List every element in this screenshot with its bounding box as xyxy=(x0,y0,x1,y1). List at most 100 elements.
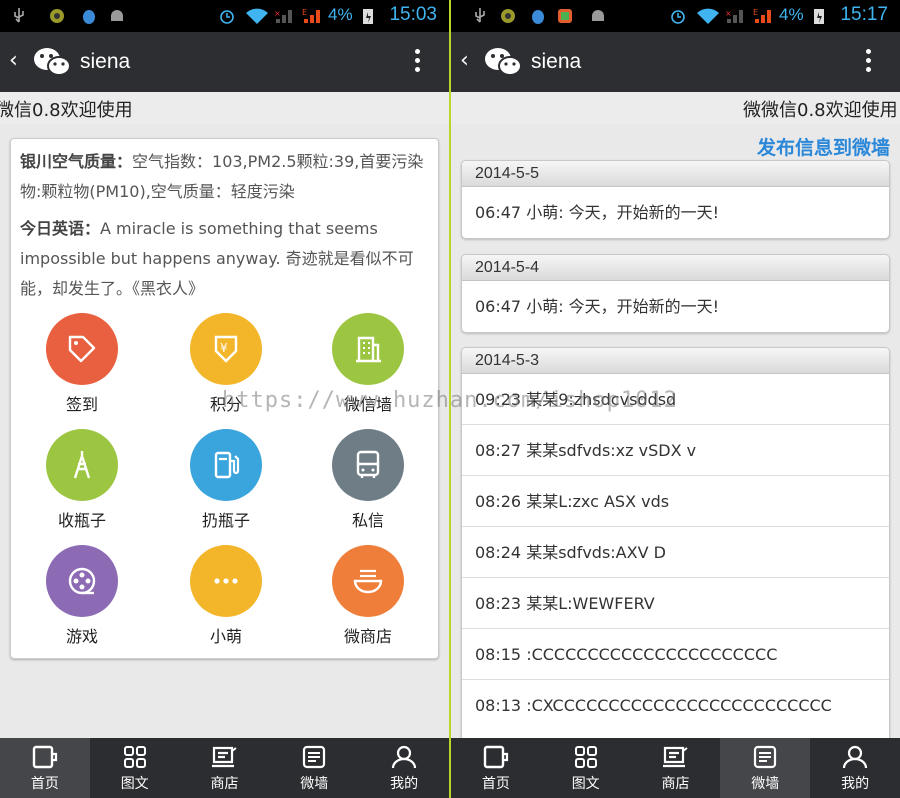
svg-text:×: × xyxy=(274,9,281,18)
wall-post[interactable]: 08:27 某某sdfvds:xz vSDX v xyxy=(462,425,889,476)
welcome-marquee: 微信0.8欢迎使用 xyxy=(0,92,449,124)
grid-item-checkin[interactable]: 签到 xyxy=(32,313,132,415)
status-bar: × E 4% 15:17 xyxy=(451,0,900,32)
post-to-wall-link[interactable]: 发布信息到微墙 xyxy=(757,133,890,160)
bottom-tab-bar: 首页 图文 商店 微墙 我的 xyxy=(0,738,449,798)
bus-icon xyxy=(332,429,404,501)
wall-screen: × E 4% 15:17 ‹ siena 微微信0.8欢迎使用 发布信息到微墙 … xyxy=(451,0,900,798)
tab-articles[interactable]: 图文 xyxy=(90,738,180,798)
tab-label: 我的 xyxy=(841,776,870,792)
action-bar: ‹ siena xyxy=(0,32,449,92)
signal-icon-1: × xyxy=(725,9,743,23)
wall-post[interactable]: 06:47 小萌: 今天，开始新的一天! xyxy=(462,187,889,238)
tab-home[interactable]: 首页 xyxy=(451,738,541,798)
tab-articles[interactable]: 图文 xyxy=(541,738,631,798)
welcome-marquee: 微微信0.8欢迎使用 xyxy=(451,92,900,124)
battery-icon xyxy=(814,9,824,24)
grid-item-points[interactable]: ¥ 积分 xyxy=(176,313,276,415)
tab-label: 首页 xyxy=(30,776,59,792)
grid-label: 收瓶子 xyxy=(57,511,106,530)
svg-text:¥: ¥ xyxy=(220,341,228,355)
tower-icon xyxy=(46,429,118,501)
tab-mine[interactable]: 我的 xyxy=(810,738,900,798)
points-icon: ¥ xyxy=(190,313,262,385)
air-quality-text: 银川空气质量：空气指数：103,PM2.5颗粒:39,首要污染物:颗粒物(PM1… xyxy=(20,147,430,207)
tab-label: 图文 xyxy=(571,776,600,792)
more-menu-icon[interactable] xyxy=(866,49,872,76)
tab-label: 首页 xyxy=(481,776,510,792)
tab-label: 我的 xyxy=(390,776,419,792)
tab-label: 微墙 xyxy=(751,776,780,792)
usb-icon xyxy=(14,8,24,23)
date-group: 2014-5-3 09:23 某某9:zhsdcvsddsd 08:27 某某s… xyxy=(461,347,890,747)
tab-wall[interactable]: 微墙 xyxy=(720,738,811,798)
bowl-icon xyxy=(332,545,404,617)
grid-label: 微信墙 xyxy=(343,395,392,414)
qq-notify-icon xyxy=(83,10,95,24)
account-title: siena xyxy=(531,50,582,73)
grid-label: 签到 xyxy=(65,395,98,414)
battery-icon xyxy=(363,9,373,24)
tab-mine[interactable]: 我的 xyxy=(359,738,449,798)
tab-label: 商店 xyxy=(210,776,239,792)
grid-item-xiaomeng[interactable]: 小萌 xyxy=(176,545,276,647)
grid-item-micro-store[interactable]: 微商店 xyxy=(318,545,418,647)
wall-post[interactable]: 08:23 某某L:WEWFERV xyxy=(462,578,889,629)
marquee-text: 微信0.8欢迎使用 xyxy=(0,100,133,121)
home-icon xyxy=(483,745,508,769)
wall-post[interactable]: 08:13 :CXCCCCCCCCCCCCCCCCCCCCCCCCC xyxy=(462,680,889,731)
wall-post[interactable]: 08:24 某某sdfvds:AXV D xyxy=(462,527,889,578)
wall-post[interactable]: 06:47 小萌: 今天，开始新的一天! xyxy=(462,281,889,332)
alarm-icon xyxy=(671,10,685,24)
account-title: siena xyxy=(80,50,131,73)
grid-item-private-message[interactable]: 私信 xyxy=(318,429,418,531)
wall-post[interactable]: 08:15 :CCCCCCCCCCCCCCCCCCCCCC xyxy=(462,629,889,680)
wifi-icon xyxy=(697,8,719,24)
home-screen: × E 4% 15:03 ‹ siena 微信0.8欢迎使用 银川空气质量：空气… xyxy=(0,0,449,798)
grid-item-game[interactable]: 游戏 xyxy=(32,545,132,647)
tab-home[interactable]: 首页 xyxy=(0,738,90,798)
battery-percent: 4% xyxy=(779,5,804,24)
date-group: 2014-5-5 06:47 小萌: 今天，开始新的一天! xyxy=(461,160,890,239)
app-notify-icon xyxy=(50,9,64,23)
tab-store[interactable]: 商店 xyxy=(180,738,270,798)
gallery-notify-icon xyxy=(558,9,572,23)
app-notify-icon xyxy=(501,9,515,23)
battery-percent: 4% xyxy=(328,5,353,24)
back-icon[interactable]: ‹ xyxy=(9,48,18,73)
date-header: 2014-5-4 xyxy=(462,255,889,281)
wall-post[interactable]: 09:23 某某9:zhsdcvsddsd xyxy=(462,374,889,425)
grid-item-collect-bottle[interactable]: 收瓶子 xyxy=(32,429,132,531)
tab-wall[interactable]: 微墙 xyxy=(269,738,359,798)
grid-label: 游戏 xyxy=(65,627,98,646)
alarm-icon xyxy=(220,10,234,24)
wechat-logo-icon xyxy=(485,48,522,76)
svg-text:×: × xyxy=(725,9,732,18)
home-card: 银川空气质量：空气指数：103,PM2.5颗粒:39,首要污染物:颗粒物(PM1… xyxy=(10,138,439,659)
svg-text:E: E xyxy=(753,8,758,17)
user-icon xyxy=(842,745,868,769)
back-icon[interactable]: ‹ xyxy=(460,48,469,73)
date-header: 2014-5-5 xyxy=(462,161,889,187)
grid-item-throw-bottle[interactable]: 扔瓶子 xyxy=(176,429,276,531)
wall-icon xyxy=(303,745,326,769)
grid-label: 积分 xyxy=(209,395,242,414)
grid-icon xyxy=(123,746,146,768)
signal-icon-2: E xyxy=(302,8,320,23)
daily-english-text: 今日英语：A miracle is something that seems i… xyxy=(20,214,430,304)
grid-label: 私信 xyxy=(351,511,384,530)
status-bar: × E 4% 15:03 xyxy=(0,0,449,32)
film-reel-icon xyxy=(46,545,118,617)
marquee-text: 微微信0.8欢迎使用 xyxy=(743,100,898,121)
tag-icon xyxy=(46,313,118,385)
fuel-icon xyxy=(190,429,262,501)
grid-label: 微商店 xyxy=(343,627,392,646)
android-notify-icon xyxy=(592,10,604,21)
grid-item-wechat-wall[interactable]: 微信墙 xyxy=(318,313,418,415)
tab-store[interactable]: 商店 xyxy=(631,738,721,798)
wall-post[interactable]: 08:26 某某L:zxc ASX vds xyxy=(462,476,889,527)
more-menu-icon[interactable] xyxy=(415,49,421,76)
wifi-icon xyxy=(246,8,268,24)
home-icon xyxy=(32,745,57,769)
grid-label: 小萌 xyxy=(209,627,242,646)
